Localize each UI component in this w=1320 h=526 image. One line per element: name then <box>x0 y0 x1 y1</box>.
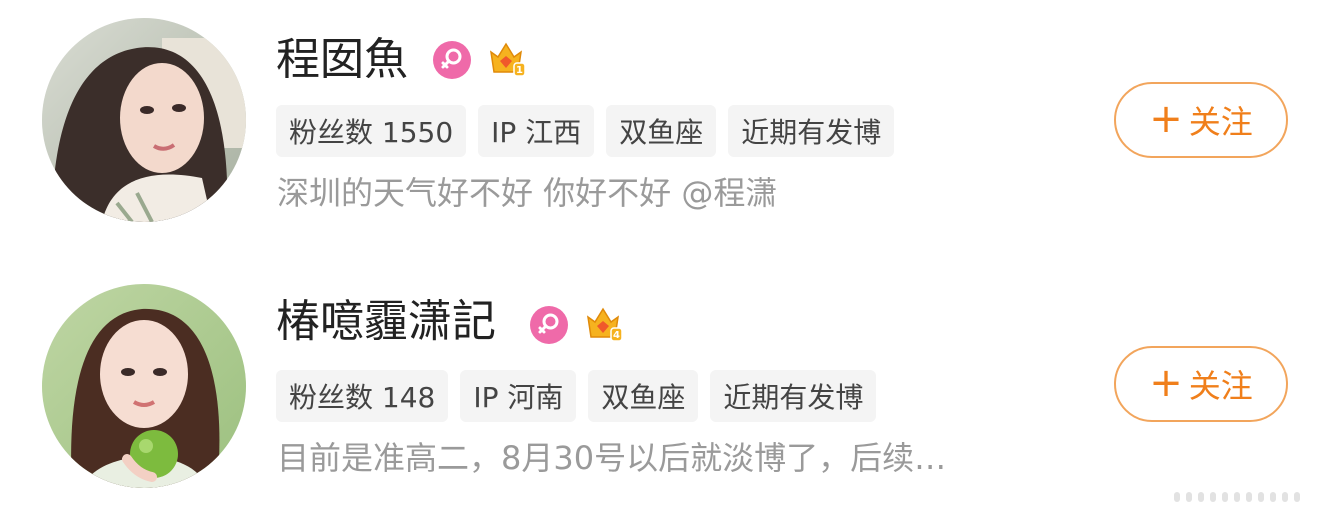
crown-icon: 1 <box>486 38 526 78</box>
avatar[interactable] <box>42 284 246 488</box>
vip-level: 1 <box>516 65 523 76</box>
tag-followers: 粉丝数 148 <box>276 370 449 422</box>
tag-list: 粉丝数 1550 IP 江西 双鱼座 近期有发博 <box>276 105 895 157</box>
follow-label: 关注 <box>1188 367 1253 405</box>
female-icon <box>530 306 568 344</box>
username[interactable]: 椿噫霾潇記 <box>276 296 496 348</box>
tag-ip: IP 江西 <box>478 105 595 157</box>
follow-button[interactable]: + 关注 <box>1114 82 1288 158</box>
tag-recent-post: 近期有发博 <box>728 105 895 157</box>
plus-icon: + <box>1149 360 1183 406</box>
user-bio: 目前是准高二，8月30号以后就淡博了，后续… <box>277 439 947 477</box>
avatar-image <box>42 18 246 222</box>
tag-recent-post: 近期有发博 <box>710 370 877 422</box>
plus-icon: + <box>1149 96 1183 142</box>
user-bio: 深圳的天气好不好 你好不好 @程潇 <box>277 174 778 212</box>
tag-list: 粉丝数 148 IP 河南 双鱼座 近期有发博 <box>276 370 877 422</box>
scroll-indicator-icon <box>1174 492 1300 502</box>
username[interactable]: 程囡魚 <box>276 34 408 86</box>
crown-icon: 4 <box>583 303 623 343</box>
user-card[interactable]: 椿噫霾潇記 4 粉丝数 148 IP 河南 双鱼座 近期有发博 目前是准高二，8… <box>0 264 1320 504</box>
tag-followers: 粉丝数 1550 <box>276 105 467 157</box>
avatar-image <box>42 284 246 488</box>
follow-button[interactable]: + 关注 <box>1114 346 1288 422</box>
avatar[interactable] <box>42 18 246 222</box>
tag-zodiac: 双鱼座 <box>606 105 717 157</box>
tag-zodiac: 双鱼座 <box>588 370 699 422</box>
user-card[interactable]: 程囡魚 1 粉丝数 1550 IP 江西 双鱼座 近期有发博 深圳的天气好不好 … <box>0 0 1320 240</box>
vip-level: 4 <box>613 330 620 341</box>
tag-ip: IP 河南 <box>460 370 577 422</box>
follow-label: 关注 <box>1188 103 1253 141</box>
female-icon <box>433 41 471 79</box>
